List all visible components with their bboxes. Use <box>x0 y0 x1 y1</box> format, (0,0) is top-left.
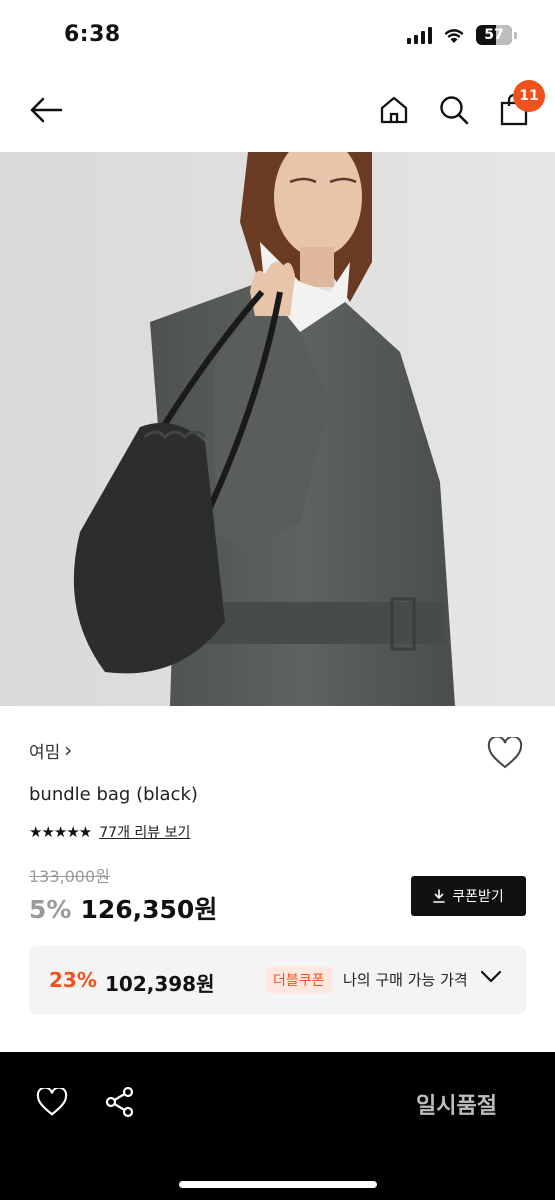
review-link[interactable]: 77개 리뷰 보기 <box>99 822 190 842</box>
product-photo <box>0 152 555 706</box>
battery-icon: 57 <box>476 25 512 45</box>
chevron-right-icon: › <box>64 737 73 762</box>
wishlist-button[interactable] <box>485 734 525 772</box>
wifi-icon <box>444 29 464 43</box>
status-time: 6:38 <box>64 22 121 47</box>
brand-link[interactable]: 여밈 › <box>29 737 73 764</box>
status-icons: 57 <box>407 25 517 45</box>
section-divider <box>0 1030 555 1050</box>
double-coupon-tag: 더블쿠폰 <box>266 967 332 993</box>
best-price: 102,398원 <box>105 972 215 996</box>
product-name: bundle bag (black) <box>29 784 198 805</box>
battery-tip <box>514 31 517 39</box>
chevron-down-icon[interactable] <box>480 970 502 984</box>
download-icon <box>433 889 446 903</box>
share-button[interactable] <box>102 1084 138 1120</box>
sale-price: 126,350원 <box>80 895 218 924</box>
back-button[interactable] <box>26 92 66 128</box>
status-bar: 6:38 57 <box>0 0 555 70</box>
best-discount-rate: 23% <box>49 968 97 992</box>
bottom-wishlist-button[interactable] <box>34 1084 70 1120</box>
bottom-action-bar: 일시품절 <box>0 1052 555 1200</box>
star-rating: ★★★★★ <box>29 823 92 841</box>
share-icon <box>105 1086 134 1118</box>
battery-percent: 57 <box>484 27 504 43</box>
soldout-label: 일시품절 <box>416 1094 497 1119</box>
original-price: 133,000원 <box>29 867 110 886</box>
cart-count-badge: 11 <box>513 80 545 112</box>
coupon-button-label: 쿠폰받기 <box>452 889 504 905</box>
arrow-left-icon <box>30 97 63 123</box>
home-indicator <box>179 1181 377 1188</box>
best-price-box[interactable]: 23% 102,398원 더블쿠폰 나의 구매 가능 가격 <box>29 946 526 1014</box>
rating-row: ★★★★★ 77개 리뷰 보기 <box>29 822 190 842</box>
brand-name: 여밈 <box>29 743 61 763</box>
search-icon <box>440 96 469 125</box>
coupon-download-button[interactable]: 쿠폰받기 <box>411 876 526 916</box>
discount-rate: 5% <box>29 895 72 924</box>
cart-button[interactable]: 11 <box>495 80 545 128</box>
heart-outline-icon <box>36 1088 68 1116</box>
product-image[interactable] <box>0 152 555 706</box>
price-row: 5% 126,350원 <box>29 890 217 926</box>
nav-actions: 11 <box>375 80 545 128</box>
search-button[interactable] <box>435 92 473 128</box>
best-price-label: 나의 구매 가능 가격 <box>343 971 468 989</box>
home-icon <box>380 96 408 124</box>
heart-outline-icon <box>487 737 523 769</box>
nav-bar: 11 <box>0 72 555 150</box>
cellular-signal-icon <box>407 26 432 44</box>
home-button[interactable] <box>375 92 413 128</box>
